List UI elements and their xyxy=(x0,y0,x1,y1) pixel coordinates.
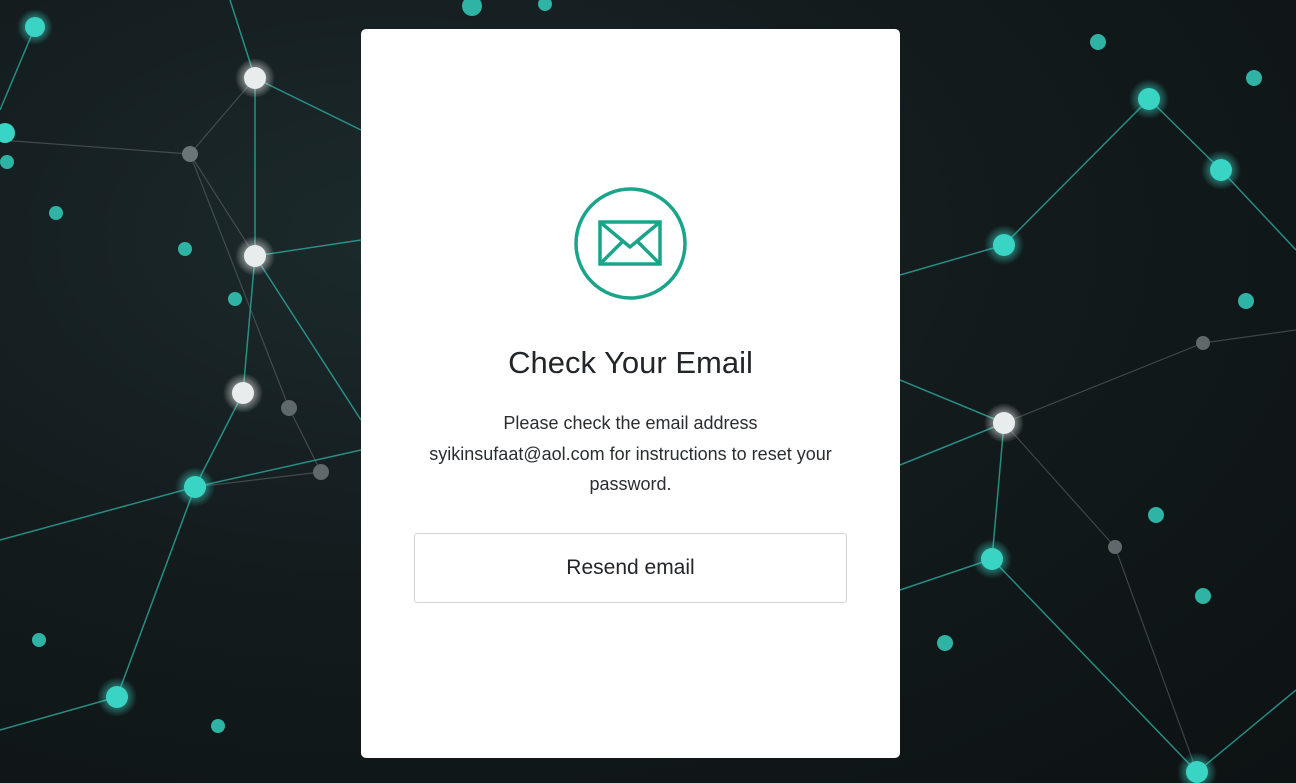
check-email-card: Check Your Email Please check the email … xyxy=(361,29,900,758)
message-line2: for instructions to reset your xyxy=(604,443,832,464)
message-line3: password. xyxy=(589,474,672,494)
email-address: syikinsufaat@aol.com xyxy=(429,443,605,464)
page: Check Your Email Please check the email … xyxy=(0,0,1296,783)
instructions-message: Please check the email address syikinsufa… xyxy=(411,408,850,500)
page-title: Check Your Email xyxy=(508,345,753,380)
message-line1: Please check the email address xyxy=(503,413,758,433)
envelope-icon xyxy=(574,187,687,300)
resend-email-button[interactable]: Resend email xyxy=(414,533,847,603)
